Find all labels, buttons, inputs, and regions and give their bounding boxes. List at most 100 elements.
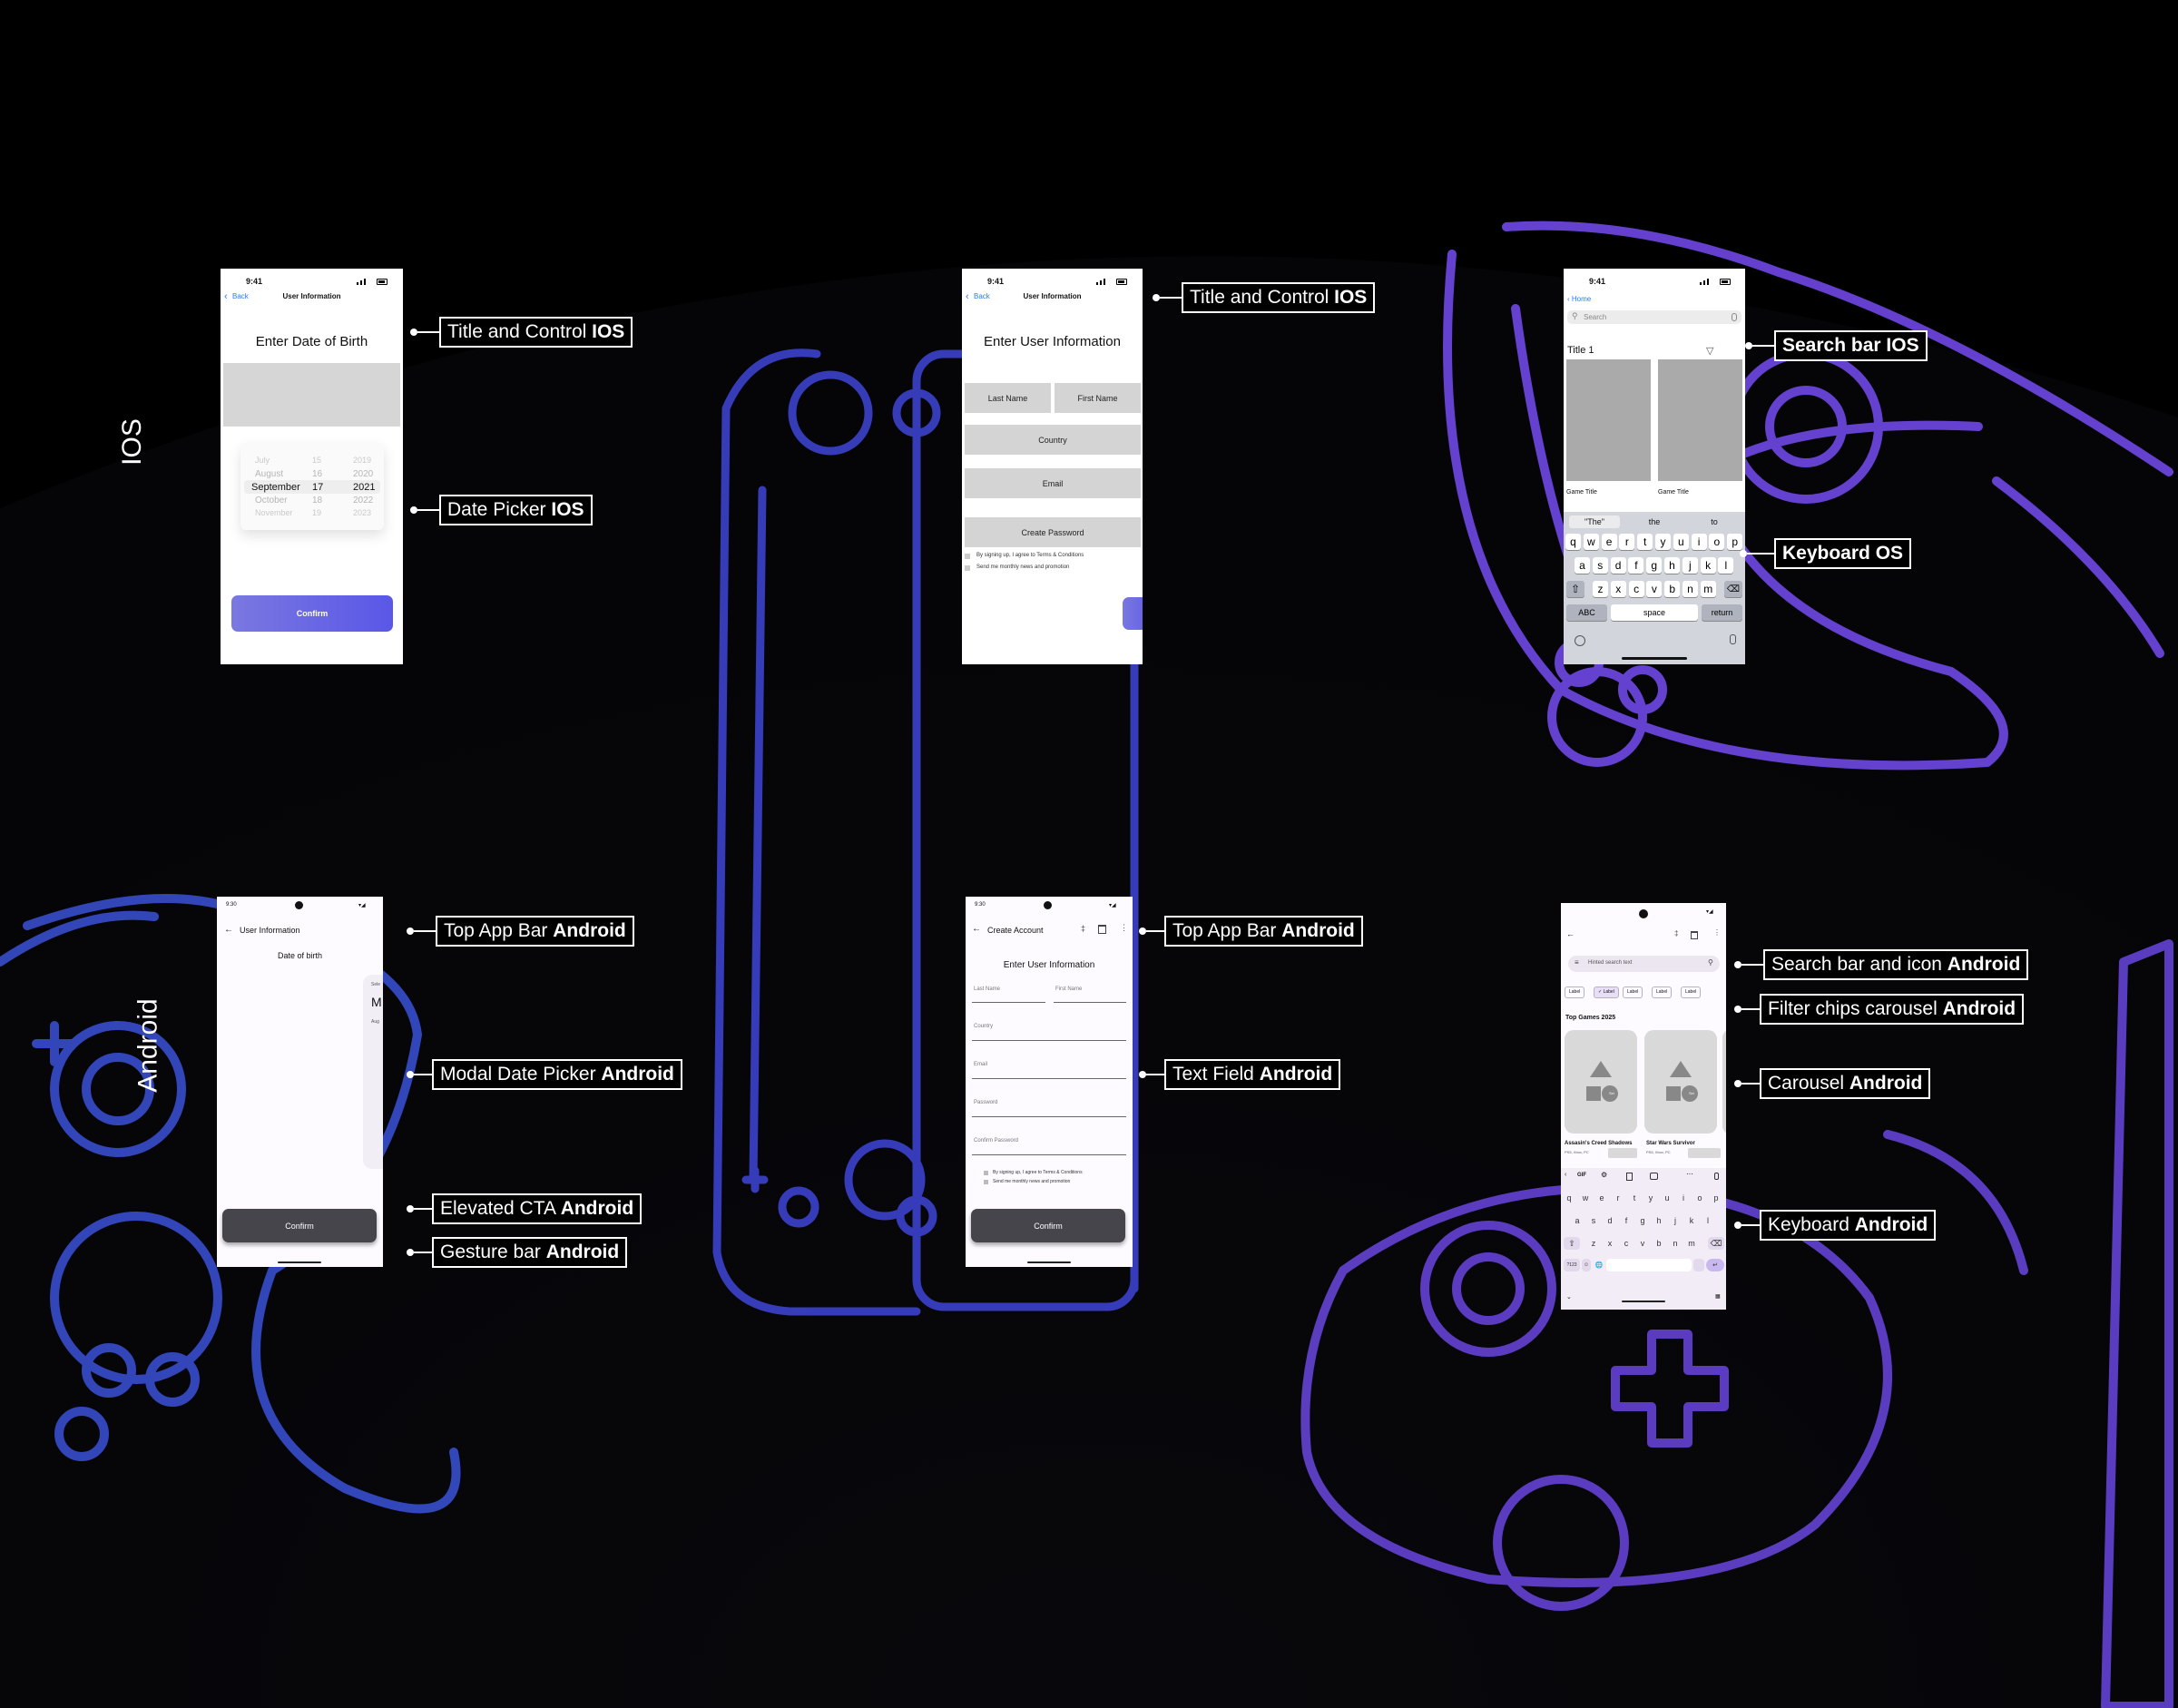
keyboard-key[interactable]: v — [1646, 581, 1663, 597]
keyboard-key[interactable]: f — [1619, 1214, 1634, 1227]
keyboard-key[interactable]: i — [1676, 1192, 1691, 1204]
email-field[interactable]: Email — [965, 468, 1141, 498]
keyboard-key[interactable]: g — [1635, 1214, 1650, 1227]
calendar-icon[interactable] — [1098, 925, 1106, 934]
country-field[interactable]: Country — [965, 425, 1141, 455]
keyboard-key[interactable]: d — [1603, 1214, 1617, 1227]
keyboard-key[interactable]: r — [1619, 534, 1635, 550]
enter-key[interactable]: ↵ — [1706, 1259, 1724, 1271]
keyboard-key[interactable]: a — [1570, 1214, 1584, 1227]
home-back-button[interactable]: ‹ Home — [1567, 295, 1591, 303]
translate-icon[interactable] — [1650, 1173, 1658, 1180]
globe-icon[interactable]: 🌐 — [1594, 1259, 1604, 1271]
keyboard-key[interactable]: v — [1635, 1237, 1650, 1250]
attach-icon[interactable]: ‡ — [1674, 929, 1678, 937]
space-key[interactable] — [1606, 1259, 1692, 1271]
keyboard-switch-icon[interactable]: ▦ — [1715, 1293, 1721, 1300]
last-name-field[interactable] — [972, 1002, 1045, 1003]
keyboard-key[interactable]: y — [1643, 1192, 1658, 1204]
news-checkbox[interactable] — [965, 565, 970, 571]
microphone-icon[interactable] — [1714, 1173, 1719, 1180]
menu-icon[interactable]: ≡ — [1575, 958, 1579, 967]
backspace-key[interactable]: ⌫ — [1708, 1237, 1724, 1250]
keyboard-key[interactable]: q — [1565, 534, 1581, 550]
filter-chip[interactable]: Label — [1623, 987, 1643, 998]
dictation-microphone-icon[interactable] — [1730, 634, 1736, 644]
game-image-placeholder[interactable] — [1566, 359, 1651, 481]
confirm-button[interactable]: Confirm — [231, 595, 393, 632]
keyboard-key[interactable]: o — [1709, 534, 1725, 550]
shift-key[interactable]: ⇧ — [1566, 581, 1584, 597]
keyboard-key[interactable]: c — [1619, 1237, 1634, 1250]
search-icon[interactable]: ⚲ — [1708, 958, 1713, 967]
back-arrow-icon[interactable]: ← — [1566, 929, 1575, 938]
game-image-placeholder[interactable] — [1658, 359, 1742, 481]
gesture-bar[interactable] — [1622, 1301, 1665, 1302]
keyboard-key[interactable]: b — [1652, 1237, 1666, 1250]
filter-chip[interactable]: Label — [1565, 987, 1585, 998]
modal-date-picker[interactable]: Sele M Aug — [363, 975, 383, 1169]
keyboard-key[interactable]: s — [1586, 1214, 1601, 1227]
keyboard-key[interactable]: k — [1700, 557, 1716, 574]
search-bar[interactable]: ≡ Hinted search text ⚲ — [1568, 956, 1720, 972]
backspace-key[interactable]: ⌫ — [1724, 581, 1742, 597]
keyboard-key[interactable]: t — [1637, 534, 1653, 550]
more-horiz-icon[interactable]: ⋯ — [1686, 1170, 1693, 1178]
return-key[interactable]: return — [1702, 604, 1742, 621]
first-name-field[interactable]: First Name — [1055, 383, 1141, 413]
keyboard-key[interactable]: w — [1578, 1192, 1593, 1204]
keyboard-key[interactable]: o — [1692, 1192, 1707, 1204]
keyboard-key[interactable]: u — [1673, 534, 1689, 550]
filter-icon[interactable]: ▽ — [1706, 345, 1713, 357]
calendar-icon[interactable] — [1691, 931, 1698, 939]
card-chip[interactable] — [1688, 1148, 1721, 1158]
keyboard-key[interactable]: g — [1646, 557, 1663, 574]
keyboard-key[interactable]: l — [1718, 557, 1734, 574]
abc-key[interactable]: ABC — [1566, 604, 1607, 621]
keyboard-key[interactable]: p — [1709, 1192, 1723, 1204]
keyboard-key[interactable]: z — [1586, 1237, 1601, 1250]
search-bar[interactable]: ⚲ Search — [1567, 310, 1741, 324]
filter-chip-selected[interactable]: ✓ Label — [1594, 987, 1619, 998]
keyboard-key[interactable]: t — [1627, 1192, 1642, 1204]
keyboard-key[interactable]: k — [1684, 1214, 1699, 1227]
keyboard-key[interactable]: c — [1628, 581, 1644, 597]
keyboard-key[interactable]: f — [1628, 557, 1644, 574]
keyboard-key[interactable]: u — [1660, 1192, 1674, 1204]
emoji-icon[interactable] — [1575, 635, 1585, 646]
period-key[interactable] — [1693, 1259, 1704, 1271]
attach-icon[interactable]: ‡ — [1081, 924, 1085, 933]
keyboard-key[interactable]: q — [1562, 1192, 1576, 1204]
keyboard-key[interactable]: x — [1603, 1237, 1617, 1250]
keyboard-key[interactable]: m — [1684, 1237, 1699, 1250]
symbols-key[interactable]: ?123 — [1564, 1259, 1580, 1271]
suggestion-item[interactable]: "The" — [1569, 515, 1620, 528]
keyboard-key[interactable]: w — [1583, 534, 1599, 550]
carousel-card[interactable]: Sel — [1644, 1030, 1717, 1134]
keyboard-key[interactable]: z — [1593, 581, 1608, 597]
collapse-chevron-icon[interactable]: ‹ — [1565, 1172, 1566, 1178]
keyboard-key[interactable]: n — [1668, 1237, 1683, 1250]
gesture-bar[interactable] — [1027, 1261, 1071, 1263]
carousel-card-peek[interactable] — [1722, 1030, 1726, 1134]
keyboard-key[interactable]: h — [1652, 1214, 1666, 1227]
keyboard-key[interactable]: j — [1668, 1214, 1683, 1227]
keyboard-key[interactable]: j — [1682, 557, 1698, 574]
keyboard-key[interactable]: m — [1700, 581, 1716, 597]
emoji-key[interactable]: ☺ — [1582, 1259, 1591, 1271]
terms-checkbox[interactable] — [965, 554, 970, 559]
settings-gear-icon[interactable]: ⚙ — [1601, 1171, 1607, 1179]
suggestion-item[interactable]: the — [1629, 515, 1680, 528]
confirm-button[interactable]: Confirm — [971, 1209, 1125, 1242]
create-password-field[interactable]: Create Password — [965, 517, 1141, 547]
keyboard-key[interactable]: d — [1610, 557, 1626, 574]
space-key[interactable]: space — [1611, 604, 1698, 621]
carousel-card[interactable]: Sel — [1565, 1030, 1637, 1134]
keyboard-key[interactable]: b — [1664, 581, 1681, 597]
news-checkbox[interactable] — [984, 1180, 988, 1184]
keyboard-key[interactable]: e — [1601, 534, 1617, 550]
clipboard-icon[interactable] — [1626, 1173, 1633, 1181]
keyboard-key[interactable]: y — [1655, 534, 1671, 550]
back-arrow-icon[interactable]: ← — [972, 924, 981, 934]
keyboard-key[interactable]: s — [1592, 557, 1608, 574]
